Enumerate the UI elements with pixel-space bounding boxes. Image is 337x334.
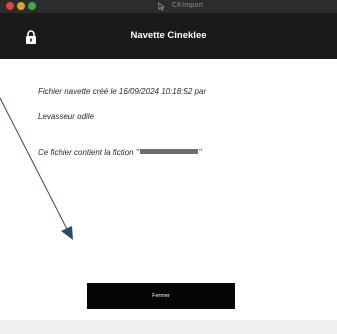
close-button-label: Fermer (152, 293, 170, 299)
window-titlebar: CKImport (0, 0, 337, 13)
message-fiction-suffix: " (198, 148, 202, 157)
redacted-fiction-name (139, 149, 198, 154)
close-button[interactable]: Fermer (87, 283, 235, 309)
dialog-header: Navette Cineklee (0, 13, 337, 59)
minimize-window-button[interactable] (17, 2, 25, 10)
pointer-cursor-icon (158, 2, 165, 11)
message-author-line: Levasseur odile (38, 112, 95, 121)
message-fiction-line: Ce fichier contient la fiction " " (38, 147, 202, 158)
bottom-bar (0, 320, 337, 334)
message-fiction-prefix: Ce fichier contient la fiction " (38, 148, 139, 157)
close-window-button[interactable] (6, 2, 14, 10)
zoom-window-button[interactable] (28, 2, 36, 10)
window-title: CKImport (172, 2, 204, 9)
dialog-title: Navette Cineklee (130, 30, 207, 41)
dialog-body (10, 59, 327, 320)
message-created-line: Fichier navette créé le 16/09/2024 10:18… (38, 87, 207, 96)
